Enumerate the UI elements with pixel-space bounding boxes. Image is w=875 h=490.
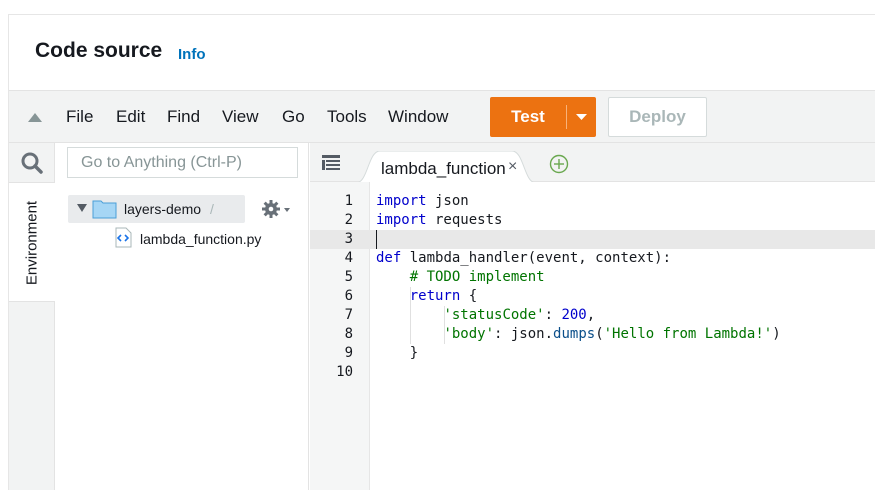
panel-header: Code source Info bbox=[9, 15, 875, 90]
code-line: # TODO implement bbox=[409, 269, 545, 285]
file-tree-pane: Go to Anything (Ctrl-P) layers-demo / la… bbox=[56, 143, 309, 490]
tree-folder-name: layers-demo bbox=[124, 201, 202, 217]
line-number: 5 bbox=[344, 269, 353, 285]
caret-down-icon[interactable] bbox=[567, 97, 596, 137]
info-link[interactable]: Info bbox=[178, 46, 206, 63]
code-line: import requests bbox=[376, 212, 503, 228]
folder-icon bbox=[92, 200, 117, 219]
line-number: 6 bbox=[344, 288, 353, 304]
line-number: 9 bbox=[344, 345, 353, 361]
code-source-panel: Code source Info File Edit Find View Go … bbox=[8, 14, 875, 490]
menu-window[interactable]: Window bbox=[388, 107, 448, 127]
python-file-icon bbox=[115, 227, 132, 248]
go-to-anything-input[interactable]: Go to Anything (Ctrl-P) bbox=[67, 147, 298, 178]
menu-view[interactable]: View bbox=[222, 107, 259, 127]
line-number: 2 bbox=[344, 212, 353, 228]
line-number: 4 bbox=[344, 250, 353, 266]
close-icon[interactable]: × bbox=[508, 158, 517, 176]
editor-tab-bar: lambda_function × bbox=[310, 143, 875, 183]
test-button-label: Test bbox=[511, 107, 545, 126]
text-cursor bbox=[376, 230, 377, 249]
line-number: 10 bbox=[336, 364, 353, 380]
line-number: 7 bbox=[344, 307, 353, 323]
tree-folder-layers-demo[interactable]: layers-demo / bbox=[68, 195, 245, 223]
ide-menubar: File Edit Find View Go Tools Window Test… bbox=[9, 90, 875, 143]
test-button[interactable]: Test bbox=[490, 97, 596, 137]
tree-file-lambda-function[interactable]: lambda_function.py bbox=[114, 227, 284, 251]
tab-lambda-function[interactable]: lambda_function × bbox=[356, 151, 536, 183]
tab-label: lambda_function bbox=[381, 159, 506, 178]
search-icon[interactable] bbox=[9, 143, 55, 182]
tab-list-icon[interactable] bbox=[322, 155, 342, 171]
left-activity-strip: Environment bbox=[9, 143, 55, 490]
menu-file[interactable]: File bbox=[66, 107, 93, 127]
menu-tools[interactable]: Tools bbox=[327, 107, 367, 127]
environment-tab-label: Environment bbox=[23, 200, 41, 286]
deploy-button[interactable]: Deploy bbox=[608, 97, 707, 137]
environment-tab[interactable]: Environment bbox=[9, 182, 55, 302]
code-line: return { bbox=[409, 288, 478, 304]
menu-edit[interactable]: Edit bbox=[116, 107, 145, 127]
code-line: 'statusCode': 200, bbox=[443, 307, 596, 323]
code-line: def lambda_handler(event, context): bbox=[376, 250, 672, 266]
code-line: } bbox=[376, 345, 419, 361]
menu-go[interactable]: Go bbox=[282, 107, 305, 127]
tree-file-name: lambda_function.py bbox=[140, 231, 262, 247]
line-number: 3 bbox=[344, 231, 353, 247]
collapse-up-icon[interactable] bbox=[28, 112, 42, 122]
active-line-highlight bbox=[310, 230, 875, 249]
menu-find[interactable]: Find bbox=[167, 107, 200, 127]
add-tab-icon[interactable] bbox=[549, 154, 569, 174]
gear-icon[interactable] bbox=[261, 199, 291, 219]
go-to-anything-placeholder: Go to Anything (Ctrl-P) bbox=[81, 154, 242, 171]
expand-triangle-icon[interactable] bbox=[77, 204, 87, 213]
code-editor[interactable]: 1 2 3 4 5 6 7 8 9 10 import json import … bbox=[310, 182, 875, 490]
tree-folder-suffix: / bbox=[210, 201, 214, 217]
code-line: 'body': json.dumps('Hello from Lambda!') bbox=[443, 326, 781, 342]
line-number: 8 bbox=[344, 326, 353, 342]
panel-title: Code source bbox=[35, 39, 163, 62]
code-line: import json bbox=[376, 193, 469, 209]
line-number: 1 bbox=[344, 193, 353, 209]
